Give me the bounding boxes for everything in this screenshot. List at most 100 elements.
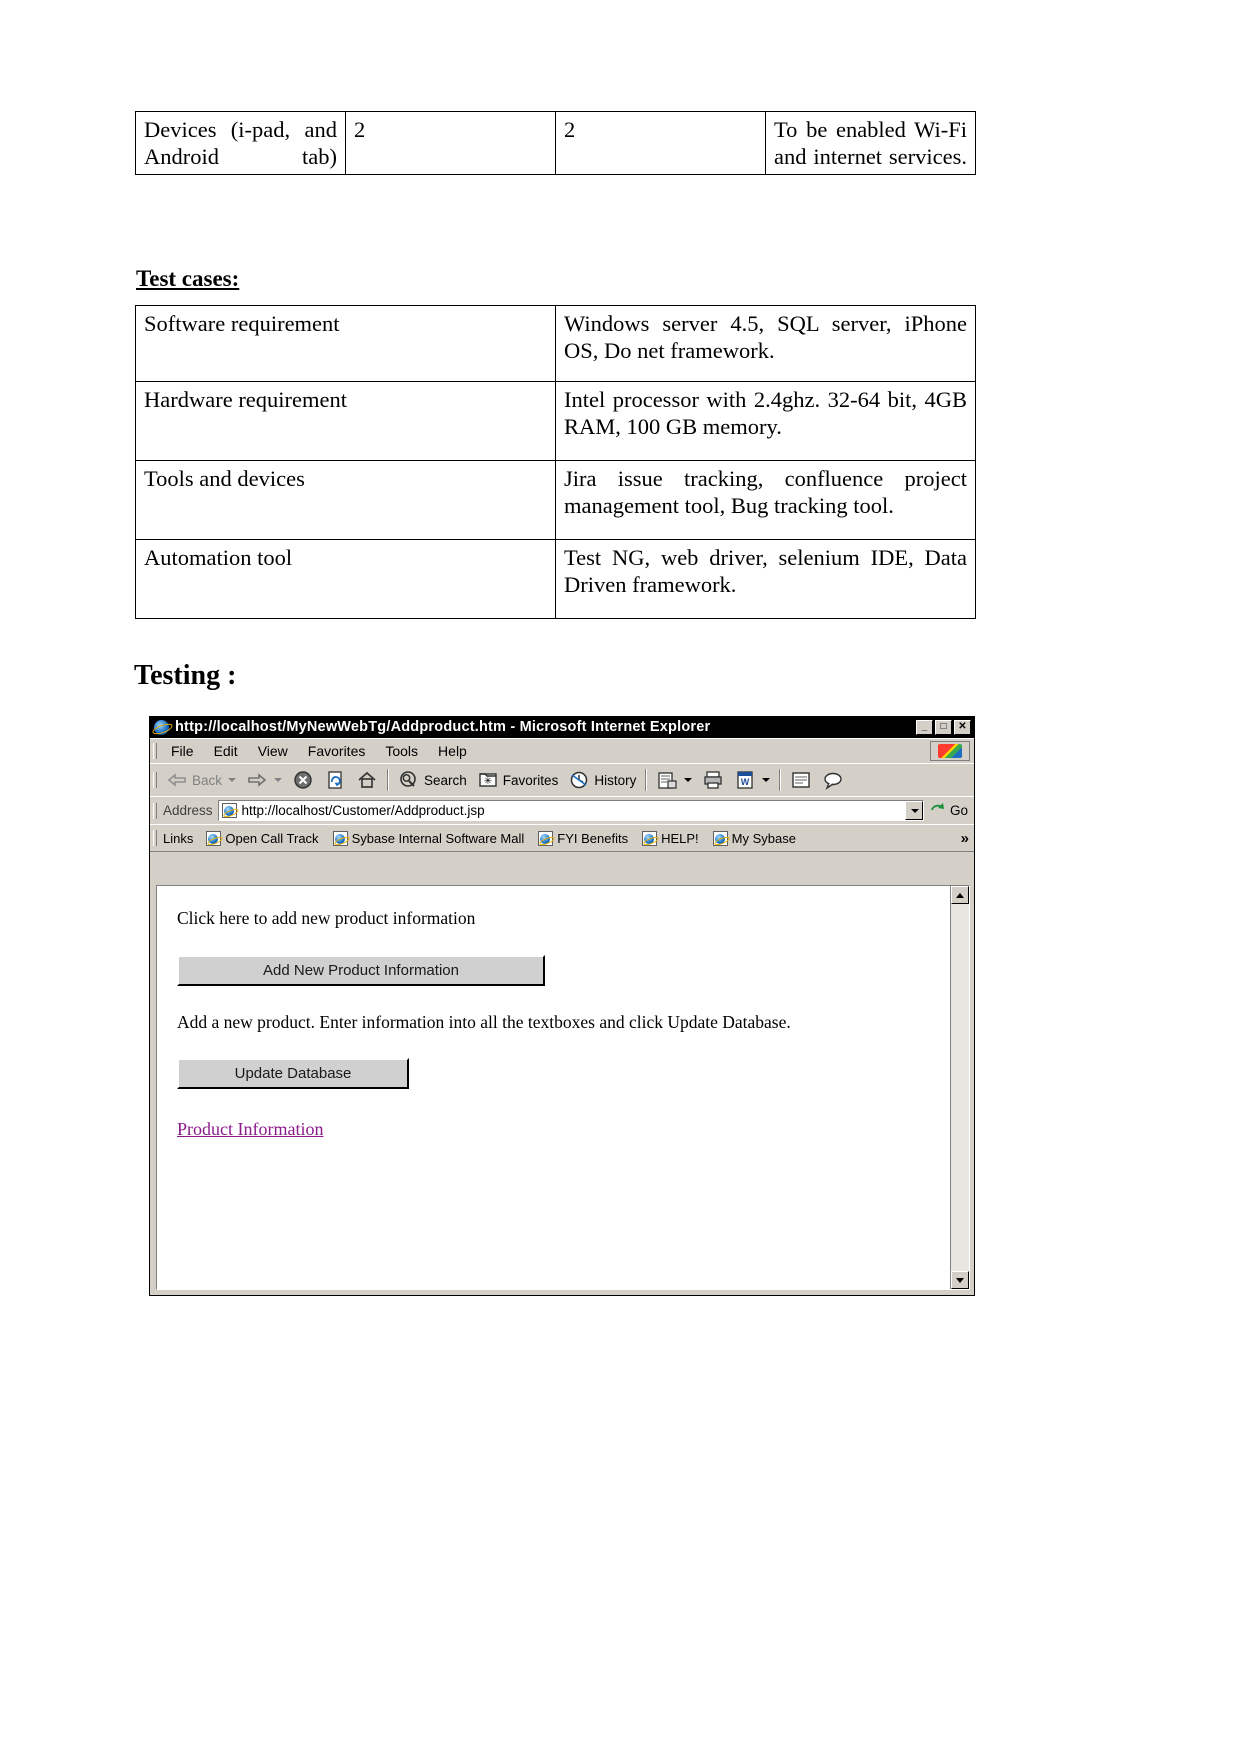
edit-dropdown-chevron-down-icon[interactable]: [762, 778, 771, 782]
print-button[interactable]: [697, 766, 729, 794]
home-button[interactable]: [351, 766, 383, 794]
go-button[interactable]: Go: [924, 801, 974, 820]
menu-item-help[interactable]: Help: [428, 741, 477, 761]
page-intro-text: Click here to add new product informatio…: [177, 908, 476, 928]
add-new-product-information-button[interactable]: Add New Product Information: [177, 955, 545, 986]
go-arrow-icon: [930, 801, 946, 820]
scrollbar-track[interactable]: [951, 904, 969, 1271]
toolbar-separator: [387, 769, 390, 791]
forward-button[interactable]: [241, 766, 287, 794]
search-button[interactable]: Search: [393, 766, 472, 794]
menu-item-file[interactable]: File: [161, 741, 204, 761]
update-database-button[interactable]: Update Database: [177, 1058, 409, 1089]
history-button-label: History: [594, 772, 637, 788]
menu-gripper[interactable]: [153, 743, 157, 759]
table-row: Software requirement Windows server 4.5,…: [135, 305, 976, 382]
mail-button[interactable]: [651, 766, 697, 794]
back-button-label: Back: [192, 772, 223, 788]
triangle-down-icon: [956, 1277, 964, 1283]
product-information-link[interactable]: Product Information: [177, 1119, 323, 1140]
link-sybase-internal-software-mall[interactable]: Sybase Internal Software Mall: [326, 830, 532, 846]
triangle-up-icon: [956, 892, 964, 898]
favorites-button[interactable]: ✳ Favorites: [472, 766, 564, 794]
history-clock-icon: [568, 769, 590, 791]
messenger-icon: [790, 769, 812, 791]
discuss-button[interactable]: [817, 766, 849, 794]
back-dropdown-chevron-down-icon[interactable]: [228, 778, 237, 782]
minimize-button[interactable]: _: [916, 719, 933, 735]
link-fyi-benefits[interactable]: FYI Benefits: [531, 830, 635, 846]
devices-cell-name: Devices (i-pad, and Android tab): [135, 111, 346, 175]
mail-icon: [656, 769, 678, 791]
links-overflow-button[interactable]: »: [961, 830, 974, 847]
refresh-icon: [324, 769, 346, 791]
address-bar: Address http://localhost/Customer/Addpro…: [150, 796, 974, 824]
title-bar: http://localhost/MyNewWebTg/Addproduct.h…: [150, 716, 974, 738]
links-gripper[interactable]: [153, 830, 157, 846]
table-row: Hardware requirement Intel processor wit…: [135, 381, 976, 461]
document-page: Devices (i-pad, and Android tab) 2 2 To …: [0, 0, 1241, 1754]
page-viewport: Click here to add new product informatio…: [156, 885, 970, 1290]
testcase-value-tools: Jira issue tracking, confluence project …: [555, 460, 976, 540]
scroll-down-button[interactable]: [951, 1271, 969, 1289]
address-input[interactable]: http://localhost/Customer/Addproduct.jsp: [217, 800, 924, 821]
page-content: Click here to add new product informatio…: [157, 886, 950, 1289]
maximize-button[interactable]: □: [935, 719, 952, 735]
testcase-label-automation: Automation tool: [135, 539, 556, 619]
arrow-left-icon: [166, 769, 188, 791]
svg-text:✳: ✳: [484, 776, 492, 787]
menu-bar: File Edit View Favorites Tools Help: [150, 738, 974, 763]
ie-page-icon: [712, 830, 728, 846]
menu-item-tools[interactable]: Tools: [375, 741, 428, 761]
scroll-up-button[interactable]: [951, 886, 969, 904]
search-button-label: Search: [424, 772, 467, 788]
devices-cell-count1: 2: [345, 111, 556, 175]
testcase-value-hardware: Intel processor with 2.4ghz. 32-64 bit, …: [555, 381, 976, 461]
forward-dropdown-chevron-down-icon[interactable]: [274, 778, 283, 782]
testcase-label-software: Software requirement: [135, 305, 556, 382]
ie-page-icon: [538, 830, 554, 846]
favorites-button-label: Favorites: [502, 772, 559, 788]
testcase-label-hardware: Hardware requirement: [135, 381, 556, 461]
address-dropdown-button[interactable]: [904, 801, 923, 820]
menu-item-view[interactable]: View: [248, 741, 298, 761]
ie-page-icon: [332, 830, 348, 846]
close-button[interactable]: ✕: [954, 719, 971, 735]
discuss-icon: [822, 769, 844, 791]
address-label: Address: [163, 803, 213, 818]
refresh-button[interactable]: [319, 766, 351, 794]
address-gripper[interactable]: [153, 802, 157, 819]
ie-page-icon: [642, 830, 658, 846]
window-controls: _ □ ✕: [916, 719, 971, 735]
svg-text:W: W: [741, 777, 750, 787]
edit-button[interactable]: W: [729, 766, 775, 794]
mail-dropdown-chevron-down-icon[interactable]: [684, 778, 693, 782]
link-my-sybase[interactable]: My Sybase: [706, 830, 803, 846]
vertical-scrollbar[interactable]: [950, 886, 969, 1289]
stop-button[interactable]: [287, 766, 319, 794]
internet-explorer-window: http://localhost/MyNewWebTg/Addproduct.h…: [149, 716, 975, 1296]
link-label: HELP!: [661, 830, 699, 846]
menu-item-favorites[interactable]: Favorites: [298, 741, 376, 761]
back-button[interactable]: Back: [161, 766, 241, 794]
favorites-star-icon: ✳: [477, 769, 499, 791]
navigation-toolbar: Back Search ✳ Favorites History W: [150, 763, 974, 796]
toolbar-separator-3: [779, 769, 782, 791]
table-row: Devices (i-pad, and Android tab) 2 2 To …: [135, 111, 976, 175]
toolbar-gripper[interactable]: [153, 772, 157, 788]
links-label: Links: [163, 830, 194, 846]
link-open-call-track[interactable]: Open Call Track: [199, 830, 325, 846]
menu-item-edit[interactable]: Edit: [204, 741, 248, 761]
history-button[interactable]: History: [563, 766, 641, 794]
page-description-text: Add a new product. Enter information int…: [177, 1012, 791, 1032]
ie-page-icon: [206, 830, 222, 846]
ie-logo-icon: [154, 719, 169, 735]
messenger-button[interactable]: [785, 766, 817, 794]
link-help[interactable]: HELP!: [635, 830, 706, 846]
stop-icon: [292, 769, 314, 791]
printer-icon: [702, 769, 724, 791]
search-icon: [398, 769, 420, 791]
address-value: http://localhost/Customer/Addproduct.jsp: [241, 803, 485, 818]
test-cases-table: Software requirement Windows server 4.5,…: [135, 305, 976, 619]
link-label: FYI Benefits: [557, 830, 629, 846]
